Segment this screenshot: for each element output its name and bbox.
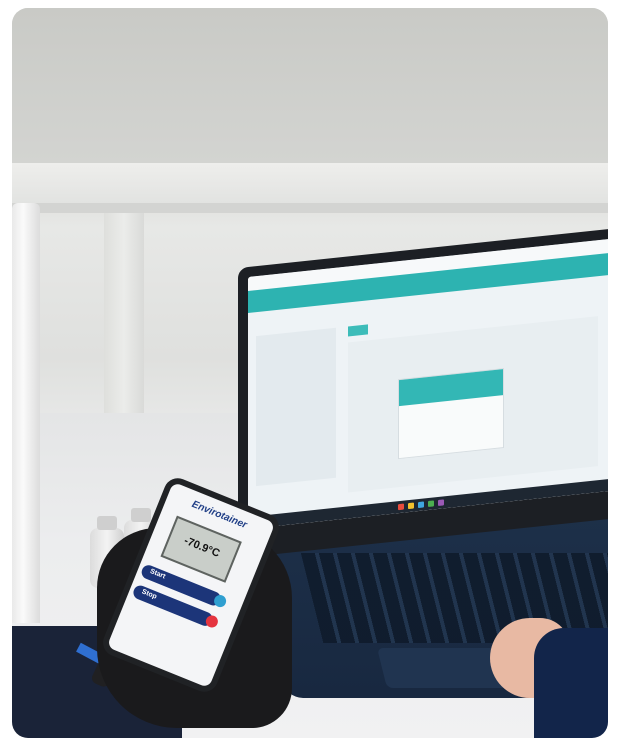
device-display: -70.9°C: [160, 515, 242, 583]
start-indicator-icon: [212, 593, 228, 609]
laptop-display: [248, 238, 608, 529]
dry-ice-container: [12, 203, 40, 623]
rail-shadow: [12, 203, 608, 213]
laptop-screen: [238, 227, 608, 559]
os-taskbar: [248, 478, 608, 529]
start-label: Start: [148, 567, 167, 581]
app-dialog: [398, 368, 504, 460]
right-sleeve: [534, 628, 608, 738]
app-side-panel: [256, 327, 336, 487]
background-post: [104, 213, 144, 413]
stop-indicator-icon: [204, 613, 220, 630]
temperature-reading: -70.9°C: [182, 534, 222, 560]
stop-label: Stop: [140, 588, 158, 601]
background-rail: [12, 163, 608, 203]
app-tab-indicator: [348, 324, 368, 337]
background-wall: [12, 8, 608, 163]
photo-card: Envirotainer -70.9°C Start Stop: [12, 8, 608, 738]
